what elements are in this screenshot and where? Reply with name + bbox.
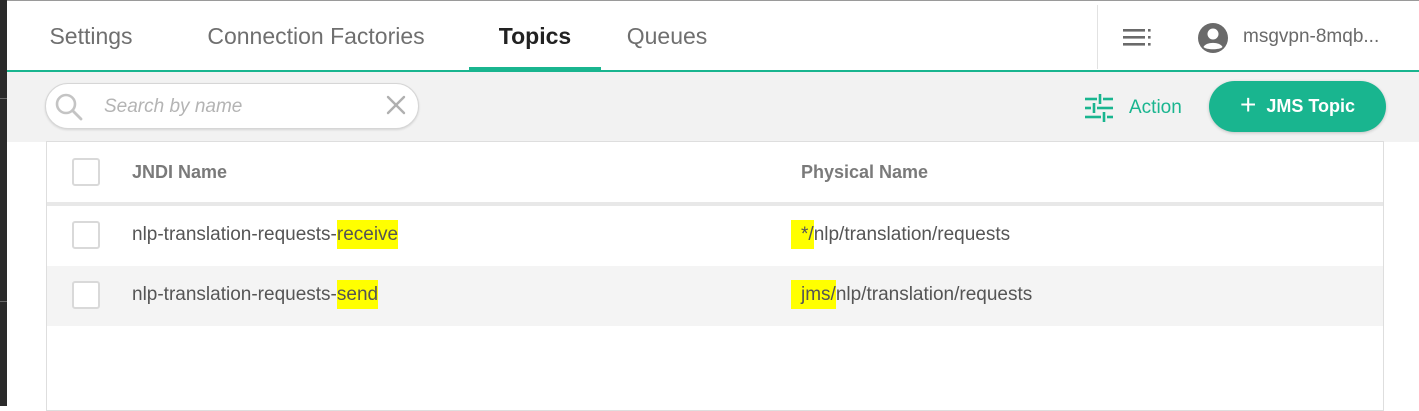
physical-name-rest: nlp/translation/requests xyxy=(813,224,1011,245)
physical-name-highlight: */ xyxy=(791,220,814,249)
edge-divider xyxy=(0,301,7,302)
row-checkbox[interactable] xyxy=(72,281,100,309)
toolbar: Action + JMS Topic xyxy=(7,72,1419,142)
tab-settings[interactable]: Settings xyxy=(33,1,149,71)
physical-name-cell[interactable]: jms/nlp/translation/requests xyxy=(791,280,1033,309)
select-all-checkbox[interactable] xyxy=(72,158,100,186)
tab-connection-factories[interactable]: Connection Factories xyxy=(185,1,447,71)
search-icon xyxy=(55,93,83,121)
physical-name-highlight: jms/ xyxy=(791,280,836,309)
action-button[interactable]: Action xyxy=(1083,88,1182,128)
search-box xyxy=(45,83,419,129)
physical-name-cell[interactable]: */nlp/translation/requests xyxy=(791,220,1011,249)
table-row[interactable]: nlp-translation-requests-send jms/nlp/tr… xyxy=(47,266,1383,326)
jndi-name-prefix: nlp-translation-requests- xyxy=(132,284,337,305)
header-divider xyxy=(1097,5,1098,69)
tab-topics[interactable]: Topics xyxy=(469,1,601,71)
action-label: Action xyxy=(1129,97,1182,118)
window-left-edge xyxy=(0,0,7,406)
column-header-physical-name[interactable]: Physical Name xyxy=(801,162,928,183)
column-header-jndi-name[interactable]: JNDI Name xyxy=(132,162,227,183)
table-header: JNDI Name Physical Name xyxy=(47,142,1383,202)
jndi-name-prefix: nlp-translation-requests- xyxy=(132,224,337,245)
tab-queues[interactable]: Queues xyxy=(611,1,723,71)
topics-table: JNDI Name Physical Name nlp-translation-… xyxy=(46,141,1384,411)
menu-lines-icon xyxy=(1123,29,1151,46)
clear-search-icon[interactable] xyxy=(384,93,408,117)
edge-divider xyxy=(0,98,7,99)
add-jms-topic-button[interactable]: + JMS Topic xyxy=(1209,81,1386,132)
list-menu-button[interactable] xyxy=(1121,23,1155,53)
vpn-name-label[interactable]: msgvpn-8mqb... xyxy=(1243,26,1379,48)
search-input[interactable] xyxy=(102,91,376,123)
row-checkbox[interactable] xyxy=(72,221,100,249)
jndi-name-highlight: receive xyxy=(336,220,399,249)
jndi-name-highlight: send xyxy=(336,280,379,309)
jndi-name-cell[interactable]: nlp-translation-requests-receive xyxy=(132,220,399,249)
table-row[interactable]: nlp-translation-requests-receive */nlp/t… xyxy=(47,206,1383,266)
tab-bar: Settings Connection Factories Topics Que… xyxy=(7,1,1419,71)
add-jms-topic-label: JMS Topic xyxy=(1266,96,1356,116)
user-avatar-icon[interactable] xyxy=(1197,22,1229,54)
jndi-name-cell[interactable]: nlp-translation-requests-send xyxy=(132,280,379,309)
physical-name-rest: nlp/translation/requests xyxy=(835,284,1033,305)
plus-icon: + xyxy=(1239,89,1257,120)
sliders-icon xyxy=(1085,94,1113,122)
